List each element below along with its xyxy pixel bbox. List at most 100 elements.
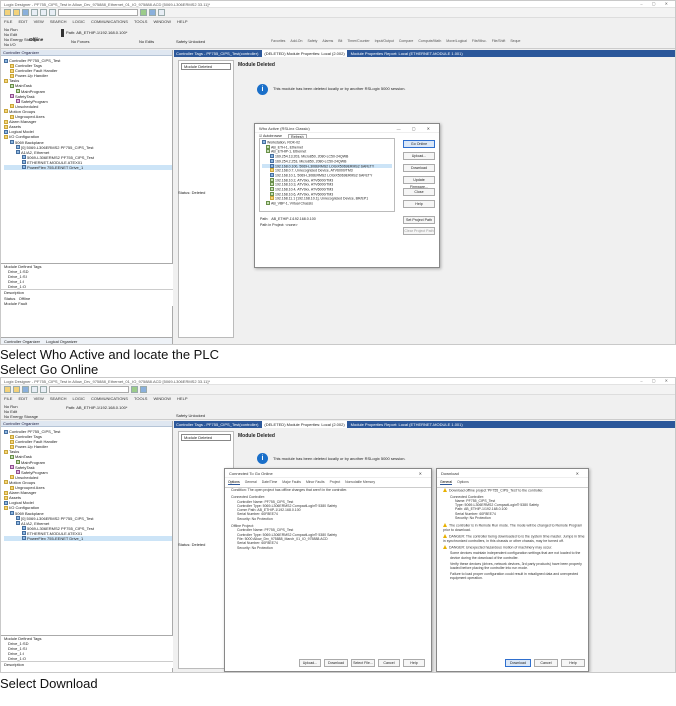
instr-tab[interactable]: Compute/Math xyxy=(418,39,441,43)
select-file-button[interactable]: Select File... xyxy=(351,659,375,667)
doc-tab-active[interactable]: (DELETED) Module Properties: Local (2.00… xyxy=(262,421,347,428)
module-list-item[interactable]: Module Deleted xyxy=(181,434,231,441)
instr-tab[interactable]: Timer/Counter xyxy=(347,39,369,43)
close-icon[interactable]: ✕ xyxy=(576,469,584,478)
dialog-window-controls[interactable]: — ▢ ✕ xyxy=(397,124,435,133)
tab-general[interactable]: General xyxy=(440,480,453,485)
cut-icon[interactable] xyxy=(31,386,38,393)
tree-item-selected[interactable]: PowerFlex 755-EENET Drive_1 xyxy=(4,535,172,542)
search-combo[interactable] xyxy=(49,386,129,393)
cut-icon[interactable] xyxy=(31,9,38,16)
menu-help[interactable]: HELP xyxy=(177,19,187,24)
doc-tab-active[interactable]: (DELETED) Module Properties: Local (2.00… xyxy=(262,50,347,57)
menu-file[interactable]: FILE xyxy=(4,19,12,24)
help-button[interactable]: Help xyxy=(403,659,425,667)
save-icon[interactable] xyxy=(22,386,29,393)
tab-nonvolatile-memory[interactable]: Nonvolatile Memory xyxy=(345,480,375,485)
menu-edit[interactable]: EDIT xyxy=(18,19,27,24)
instr-tab[interactable]: Move/Logical xyxy=(446,39,467,43)
title-bar: Logix Designer - PF755_CIPS_Test in Allo… xyxy=(1,1,675,8)
tab-general[interactable]: General xyxy=(245,480,257,485)
paste-icon[interactable] xyxy=(49,9,56,16)
instr-tab[interactable]: Seque xyxy=(510,39,520,43)
open-icon[interactable] xyxy=(13,386,20,393)
tab-controller-organizer[interactable]: Controller Organizer xyxy=(4,338,40,344)
upload-button[interactable]: Upload... xyxy=(299,659,321,667)
menu-window[interactable]: WINDOW xyxy=(153,19,171,24)
verify-icon[interactable] xyxy=(131,386,138,393)
drive-icon xyxy=(22,536,26,541)
upload-button[interactable]: Upload... xyxy=(403,152,435,160)
close-button[interactable]: Close xyxy=(403,188,435,196)
module-list: Module Deleted xyxy=(178,60,234,338)
instr-tab[interactable]: Add-On xyxy=(290,39,302,43)
module-list-item[interactable]: Module Deleted xyxy=(181,63,231,70)
warning-text: Failure to load proper configuration cou… xyxy=(450,572,579,581)
tab-minor-faults[interactable]: Minor Faults xyxy=(306,480,325,485)
set-project-path-button[interactable]: Set Project Path xyxy=(403,216,435,224)
network-node[interactable]: AB_VBP-1, Virtual Chassis xyxy=(262,201,392,206)
tab-logical-organizer[interactable]: Logical Organizer xyxy=(46,338,77,344)
who-active-icon[interactable] xyxy=(149,9,156,16)
tab-date-time[interactable]: Date/Time xyxy=(262,480,278,485)
new-icon[interactable] xyxy=(4,9,11,16)
verify-icon[interactable] xyxy=(140,9,147,16)
menu-file[interactable]: FILE xyxy=(4,396,12,401)
menu-communications[interactable]: COMMUNICATIONS xyxy=(91,396,128,401)
condition-text: Condition: The open project has offline … xyxy=(231,488,348,492)
instr-tab[interactable]: File/Misc. xyxy=(472,39,487,43)
instr-tab[interactable]: Favorites xyxy=(271,39,285,43)
tab-major-faults[interactable]: Major Faults xyxy=(282,480,301,485)
menu-view[interactable]: VIEW xyxy=(34,396,44,401)
doc-tab[interactable]: Module Properties Report: Local (ETHERNE… xyxy=(351,422,463,427)
menu-search[interactable]: SEARCH xyxy=(50,396,67,401)
zoom-icon[interactable] xyxy=(158,9,165,16)
instr-tab[interactable]: File/Shift xyxy=(492,39,506,43)
menu-window[interactable]: WINDOW xyxy=(153,396,171,401)
doc-tab[interactable]: Controller Tags - PF755_CIPS_Test(contro… xyxy=(176,51,258,56)
help-button[interactable]: Help xyxy=(403,200,435,208)
download-button[interactable]: Download xyxy=(403,164,435,172)
menu-search[interactable]: SEARCH xyxy=(50,19,67,24)
help-button[interactable]: Help xyxy=(561,659,585,667)
open-icon[interactable] xyxy=(13,9,20,16)
menu-help[interactable]: HELP xyxy=(177,396,187,401)
tab-options[interactable]: Options xyxy=(457,480,469,485)
doc-tab[interactable]: Controller Tags - PF755_CIPS_Test(contro… xyxy=(176,422,258,427)
instr-tab[interactable]: Bit xyxy=(338,39,342,43)
menu-logic[interactable]: LOGIC xyxy=(72,396,84,401)
go-online-button[interactable]: Go Online xyxy=(403,140,435,148)
copy-icon[interactable] xyxy=(40,9,47,16)
title-bar: Logix Designer - PF755_CIPS_Test in Allo… xyxy=(1,378,675,385)
cancel-button[interactable]: Cancel xyxy=(378,659,400,667)
menu-view[interactable]: VIEW xyxy=(34,19,44,24)
menu-tools[interactable]: TOOLS xyxy=(134,396,148,401)
tree-item-selected[interactable]: PowerFlex 755-EENET Drive_1 xyxy=(4,164,172,171)
info-icon: i xyxy=(257,453,268,464)
tab-options[interactable]: Options xyxy=(228,480,240,485)
doc-tab[interactable]: Module Properties Report: Local (ETHERNE… xyxy=(351,51,463,56)
instr-tab[interactable]: Input/Output xyxy=(375,39,394,43)
close-icon[interactable]: ✕ xyxy=(419,469,427,478)
menu-communications[interactable]: COMMUNICATIONS xyxy=(91,19,128,24)
safety-program-icon xyxy=(16,470,20,475)
instr-tab[interactable]: Alarms xyxy=(322,39,333,43)
save-icon[interactable] xyxy=(22,9,29,16)
instr-tab[interactable]: Safety xyxy=(307,39,317,43)
clear-project-path-button[interactable]: Clear Project Path xyxy=(403,227,435,235)
download-button[interactable]: Download xyxy=(324,659,348,667)
download-button[interactable]: Download xyxy=(505,659,531,667)
new-icon[interactable] xyxy=(4,386,11,393)
copy-icon[interactable] xyxy=(40,386,47,393)
update-firmware-button[interactable]: Update Firmware... xyxy=(403,176,435,189)
who-active-icon[interactable] xyxy=(140,386,147,393)
search-combo[interactable] xyxy=(58,9,138,16)
menu-tools[interactable]: TOOLS xyxy=(134,19,148,24)
menu-edit[interactable]: EDIT xyxy=(18,396,27,401)
window-controls[interactable]: – ▢ ✕ xyxy=(640,1,672,6)
instr-tab[interactable]: Compare xyxy=(399,39,413,43)
tab-project[interactable]: Project xyxy=(330,480,341,485)
window-controls[interactable]: – ▢ ✕ xyxy=(640,378,672,383)
cancel-button[interactable]: Cancel xyxy=(534,659,558,667)
menu-logic[interactable]: LOGIC xyxy=(72,19,84,24)
